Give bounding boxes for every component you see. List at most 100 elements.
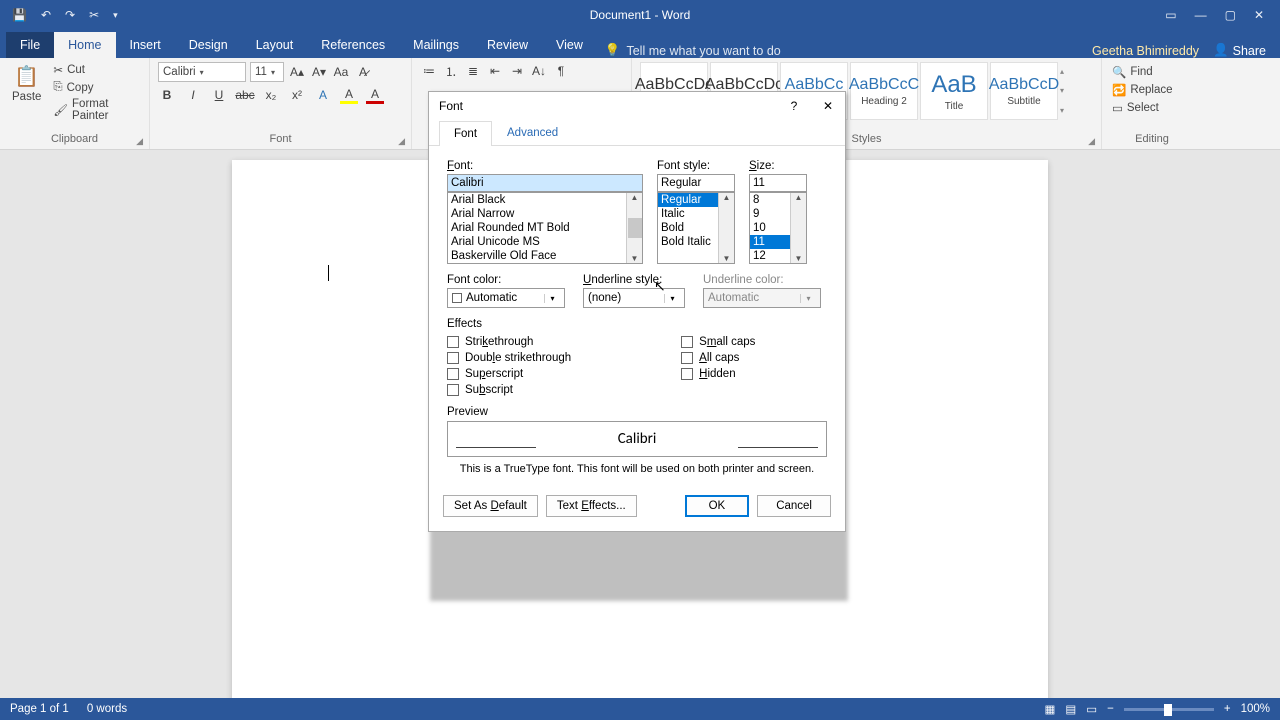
tab-file[interactable]: File <box>6 32 54 58</box>
zoom-out-icon[interactable]: − <box>1107 703 1114 715</box>
redo-icon[interactable]: ↷ <box>65 8 75 22</box>
scroll-up-icon[interactable]: ▲ <box>795 193 803 202</box>
list-item[interactable]: Arial Unicode MS <box>448 235 642 249</box>
sort-icon[interactable]: A↓ <box>530 62 548 80</box>
cut-button[interactable]: ✂Cut <box>51 62 141 78</box>
tab-layout[interactable]: Layout <box>242 32 308 58</box>
font-size-input[interactable] <box>749 174 807 192</box>
font-color-dropdown[interactable]: Automatic▾ <box>447 288 565 308</box>
dialog-tab-advanced[interactable]: Advanced <box>492 120 573 145</box>
chk-strikethrough[interactable]: Strikethrough <box>447 334 571 350</box>
status-words[interactable]: 0 words <box>87 703 127 715</box>
text-effects-button[interactable]: Text Effects... <box>546 495 637 517</box>
scroll-up-icon[interactable]: ▲ <box>631 193 639 202</box>
view-print-icon[interactable]: ▤ <box>1065 702 1076 716</box>
status-page[interactable]: Page 1 of 1 <box>10 703 69 715</box>
scrollbar[interactable]: ▲▼ <box>626 193 642 263</box>
text-effects-icon[interactable]: A <box>314 86 332 104</box>
slider-thumb[interactable] <box>1164 704 1172 716</box>
font-size-list[interactable]: 8 9 10 11 12 ▲▼ <box>749 192 807 264</box>
highlight-icon[interactable]: A <box>340 86 358 104</box>
font-name-input[interactable] <box>447 174 643 192</box>
qat-more-icon[interactable]: ▾ <box>113 10 118 21</box>
cut-qat-icon[interactable]: ✂ <box>89 8 99 22</box>
chk-small-caps[interactable]: Small caps <box>681 334 755 350</box>
cancel-button[interactable]: Cancel <box>757 495 831 517</box>
dialog-titlebar[interactable]: Font ? ✕ <box>429 92 845 120</box>
scroll-thumb[interactable] <box>628 218 642 238</box>
set-default-button[interactable]: Set As Default <box>443 495 538 517</box>
tab-mailings[interactable]: Mailings <box>399 32 473 58</box>
chk-superscript[interactable]: Superscript <box>447 366 571 382</box>
multilevel-icon[interactable]: ≣ <box>464 62 482 80</box>
ribbon-options-icon[interactable]: ▭ <box>1165 8 1176 22</box>
superscript-button[interactable]: x² <box>288 86 306 104</box>
chk-double-strike[interactable]: Double strikethrough <box>447 350 571 366</box>
minimize-icon[interactable]: — <box>1195 8 1207 22</box>
style-heading2[interactable]: AaBbCcCHeading 2 <box>850 62 918 120</box>
scrollbar[interactable]: ▲▼ <box>718 193 734 263</box>
style-subtitle[interactable]: AaBbCcDSubtitle <box>990 62 1058 120</box>
launcher-icon[interactable]: ◢ <box>398 136 405 147</box>
replace-button[interactable]: 🔁Replace <box>1110 82 1194 98</box>
bold-button[interactable]: B <box>158 86 176 104</box>
bullets-icon[interactable]: ≔ <box>420 62 438 80</box>
share-button[interactable]: 👤 Share <box>1213 43 1266 58</box>
dedent-icon[interactable]: ⇤ <box>486 62 504 80</box>
tell-me[interactable]: 💡 Tell me what you want to do <box>605 43 781 58</box>
scroll-up-icon[interactable]: ▲ <box>723 193 731 202</box>
close-dialog-icon[interactable]: ✕ <box>811 99 845 113</box>
font-name-combo[interactable]: Calibri▾ <box>158 62 246 82</box>
maximize-icon[interactable]: ▢ <box>1225 8 1236 22</box>
chk-subscript[interactable]: Subscript <box>447 382 571 398</box>
undo-icon[interactable]: ↶ <box>41 8 51 22</box>
find-button[interactable]: 🔍Find <box>1110 64 1194 80</box>
list-item[interactable]: Arial Narrow <box>448 207 642 221</box>
font-style-list[interactable]: Regular Italic Bold Bold Italic ▲▼ <box>657 192 735 264</box>
zoom-slider[interactable] <box>1124 708 1214 711</box>
scroll-down-icon[interactable]: ▼ <box>723 254 731 263</box>
subscript-button[interactable]: x₂ <box>262 86 280 104</box>
zoom-value[interactable]: 100% <box>1241 703 1270 715</box>
italic-button[interactable]: I <box>184 86 202 104</box>
numbering-icon[interactable]: ⒈ <box>442 62 460 80</box>
shrink-font-icon[interactable]: A▾ <box>310 63 328 81</box>
launcher-icon[interactable]: ◢ <box>1088 136 1095 147</box>
zoom-in-icon[interactable]: + <box>1224 703 1231 715</box>
clear-format-icon[interactable]: A̷ <box>354 63 372 81</box>
tab-home[interactable]: Home <box>54 32 115 58</box>
list-item[interactable]: Arial Black <box>448 193 642 207</box>
font-color-icon[interactable]: A <box>366 86 384 104</box>
list-item[interactable]: Baskerville Old Face <box>448 249 642 263</box>
format-painter-button[interactable]: 🖌Format Painter <box>51 97 141 123</box>
select-button[interactable]: ▭Select <box>1110 100 1194 116</box>
save-icon[interactable]: 💾 <box>12 8 27 22</box>
font-list[interactable]: Arial Black Arial Narrow Arial Rounded M… <box>447 192 643 264</box>
user-name[interactable]: Geetha Bhimireddy <box>1092 44 1199 58</box>
list-item[interactable]: Arial Rounded MT Bold <box>448 221 642 235</box>
help-icon[interactable]: ? <box>777 99 811 113</box>
copy-button[interactable]: ⎘Copy <box>51 80 141 95</box>
chk-all-caps[interactable]: All caps <box>681 350 755 366</box>
tab-review[interactable]: Review <box>473 32 542 58</box>
underline-button[interactable]: U <box>210 86 228 104</box>
grow-font-icon[interactable]: A▴ <box>288 63 306 81</box>
launcher-icon[interactable]: ◢ <box>136 136 143 147</box>
view-web-icon[interactable]: ▭ <box>1086 702 1097 716</box>
tab-insert[interactable]: Insert <box>116 32 175 58</box>
font-style-input[interactable] <box>657 174 735 192</box>
paste-button[interactable]: 📋 Paste <box>8 62 45 123</box>
ok-button[interactable]: OK <box>685 495 750 517</box>
tab-view[interactable]: View <box>542 32 597 58</box>
font-size-combo[interactable]: 11▾ <box>250 62 284 82</box>
change-case-icon[interactable]: Aa <box>332 63 350 81</box>
underline-style-dropdown[interactable]: (none)▾ <box>583 288 685 308</box>
scroll-down-icon[interactable]: ▼ <box>795 254 803 263</box>
tab-references[interactable]: References <box>307 32 399 58</box>
view-read-icon[interactable]: ▦ <box>1045 702 1056 716</box>
chk-hidden[interactable]: Hidden <box>681 366 755 382</box>
tab-design[interactable]: Design <box>175 32 242 58</box>
pilcrow-icon[interactable]: ¶ <box>552 62 570 80</box>
scrollbar[interactable]: ▲▼ <box>790 193 806 263</box>
close-icon[interactable]: ✕ <box>1254 8 1264 22</box>
